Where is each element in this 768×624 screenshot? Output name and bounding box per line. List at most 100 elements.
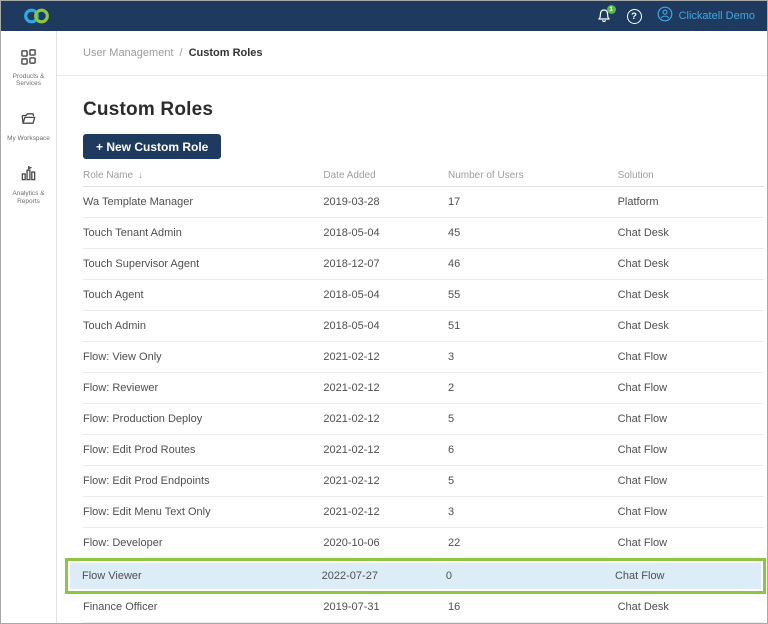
breadcrumb-separator: / <box>179 47 183 59</box>
table-row[interactable]: Flow: Reviewer 2021-02-12 2 Chat Flow <box>83 373 764 404</box>
date-added-cell: 2020-10-06 <box>323 537 380 549</box>
date-added-cell: 2021-02-12 <box>323 382 380 394</box>
clickatell-logo-icon[interactable] <box>22 7 53 25</box>
role-name-cell: Flow: View Only <box>83 351 162 363</box>
role-name-cell: Touch Admin <box>83 320 146 332</box>
sidebar: Products & Services My Workspace Analyti… <box>1 31 57 623</box>
solution-cell: Chat Flow <box>617 351 668 363</box>
table-row[interactable]: Touch Tenant Admin 2018-05-04 45 Chat De… <box>83 218 764 249</box>
top-navigation-bar: 1 ? Clickatell Demo <box>1 1 767 31</box>
column-header-role-name[interactable]: Role Name ↓ <box>83 170 323 181</box>
role-name-cell: Touch Agent <box>83 289 144 301</box>
date-added-cell: 2021-02-12 <box>323 413 380 425</box>
solution-cell: Platform <box>617 196 659 208</box>
table-row[interactable]: Flow Viewer 2022-07-27 0 Chat Flow <box>70 563 761 589</box>
number-of-users-cell: 6 <box>448 444 455 456</box>
sidebar-item-analytics-reports[interactable]: Analytics & Reports <box>1 165 56 205</box>
role-name-cell: Flow Viewer <box>82 570 142 582</box>
user-name-label: Clickatell Demo <box>678 10 755 22</box>
table-row[interactable]: Flow: Edit Prod Endpoints 2021-02-12 5 C… <box>83 466 764 497</box>
sidebar-item-label: Analytics & Reports <box>12 190 45 205</box>
solution-cell: Chat Desk <box>617 258 669 270</box>
solution-cell: Chat Flow <box>614 570 665 582</box>
number-of-users-cell: 55 <box>448 289 461 301</box>
body: Products & Services My Workspace Analyti… <box>1 31 767 623</box>
column-header-number-of-users[interactable]: Number of Users <box>448 170 618 181</box>
number-of-users-cell: 2 <box>448 382 455 394</box>
role-name-cell: Wa Template Manager <box>83 196 194 208</box>
number-of-users-cell: 5 <box>448 413 455 425</box>
sidebar-item-label: My Workspace <box>7 135 50 143</box>
solution-cell: Chat Desk <box>617 601 669 613</box>
column-header-date-added[interactable]: Date Added <box>323 170 448 181</box>
date-added-cell: 2018-12-07 <box>323 258 380 270</box>
grid-icon <box>20 48 37 70</box>
role-name-cell: Touch Tenant Admin <box>83 227 182 239</box>
table-row[interactable]: Touch Supervisor Agent 2018-12-07 46 Cha… <box>83 249 764 280</box>
help-button[interactable]: ? <box>626 8 642 24</box>
bar-chart-icon <box>20 165 37 187</box>
solution-cell: Chat Desk <box>617 227 669 239</box>
solution-cell: Chat Desk <box>617 289 669 301</box>
solution-cell: Chat Flow <box>617 506 668 518</box>
number-of-users-cell: 5 <box>448 475 455 487</box>
solution-cell: Chat Flow <box>617 475 668 487</box>
table-row[interactable]: Flow: Edit Prod Routes 2021-02-12 6 Chat… <box>83 435 764 466</box>
column-header-solution[interactable]: Solution <box>618 170 764 181</box>
number-of-users-cell: 51 <box>448 320 461 332</box>
topbar-actions: 1 ? Clickatell Demo <box>596 5 755 27</box>
role-name-cell: Flow: Edit Menu Text Only <box>83 506 211 518</box>
content-area: Custom Roles + New Custom Role Role Name… <box>57 76 767 623</box>
number-of-users-cell: 45 <box>448 227 461 239</box>
breadcrumb-custom-roles: Custom Roles <box>188 47 263 59</box>
date-added-cell: 2018-05-04 <box>323 227 380 239</box>
app-window: 1 ? Clickatell Demo Products & Services … <box>0 0 768 624</box>
sort-descending-icon[interactable]: ↓ <box>138 170 143 181</box>
table-row[interactable]: Touch Admin 2018-05-04 51 Chat Desk <box>83 311 764 342</box>
date-added-cell: 2021-02-12 <box>323 475 380 487</box>
number-of-users-cell: 0 <box>445 570 453 582</box>
solution-cell: Chat Desk <box>617 320 669 332</box>
role-name-cell: Flow: Reviewer <box>83 382 159 394</box>
solution-cell: Chat Flow <box>617 382 668 394</box>
number-of-users-cell: 3 <box>448 351 455 363</box>
table-row[interactable]: Touch Agent 2018-05-04 55 Chat Desk <box>83 280 764 311</box>
number-of-users-cell: 46 <box>448 258 461 270</box>
date-added-cell: 2021-02-12 <box>323 444 380 456</box>
user-avatar-icon <box>657 6 673 27</box>
folder-icon <box>20 110 37 132</box>
user-menu[interactable]: Clickatell Demo <box>657 6 755 27</box>
date-added-cell: 2021-02-12 <box>323 351 380 363</box>
date-added-cell: 2018-05-04 <box>323 289 380 301</box>
table-row[interactable]: Flow: Developer 2020-10-06 22 Chat Flow <box>83 528 764 559</box>
number-of-users-cell: 17 <box>448 196 461 208</box>
date-added-cell: 2018-05-04 <box>323 320 380 332</box>
page-title: Custom Roles <box>83 99 214 120</box>
table-row[interactable]: Flow: View Only 2021-02-12 3 Chat Flow <box>83 342 764 373</box>
table-row[interactable]: Flow: Production Deploy 2021-02-12 5 Cha… <box>83 404 764 435</box>
breadcrumb-user-management[interactable]: User Management <box>83 47 174 59</box>
role-name-cell: Touch Supervisor Agent <box>83 258 200 270</box>
date-added-cell: 2019-07-31 <box>323 601 380 613</box>
date-added-cell: 2021-02-12 <box>323 506 380 518</box>
new-custom-role-button[interactable]: + New Custom Role <box>83 134 222 159</box>
table-row[interactable]: Wa Template Manager 2019-03-28 17 Platfo… <box>83 187 764 218</box>
question-mark-icon: ? <box>631 10 637 22</box>
table-row[interactable]: Finance Officer 2019-07-31 16 Chat Desk <box>83 592 764 623</box>
solution-cell: Chat Flow <box>617 413 668 425</box>
solution-cell: Chat Flow <box>617 537 668 549</box>
role-name-cell: Flow: Edit Prod Routes <box>83 444 196 456</box>
role-name-cell: Flow: Production Deploy <box>83 413 203 425</box>
notifications-button[interactable]: 1 <box>596 5 616 24</box>
sidebar-item-products-services[interactable]: Products & Services <box>1 48 56 87</box>
table-row[interactable]: Flow: Edit Menu Text Only 2021-02-12 3 C… <box>83 497 764 528</box>
breadcrumb: User Management / Custom Roles <box>57 31 767 76</box>
role-name-cell: Flow: Developer <box>83 537 163 549</box>
solution-cell: Chat Flow <box>617 444 668 456</box>
main-panel: User Management / Custom Roles Custom Ro… <box>57 31 767 623</box>
sidebar-item-my-workspace[interactable]: My Workspace <box>1 110 56 142</box>
highlight-annotation: Flow Viewer 2022-07-27 0 Chat Flow <box>65 558 766 594</box>
role-name-cell: Flow: Edit Prod Endpoints <box>83 475 210 487</box>
role-name-cell: Finance Officer <box>83 601 158 613</box>
roles-table-body: Wa Template Manager 2019-03-28 17 Platfo… <box>65 187 766 623</box>
